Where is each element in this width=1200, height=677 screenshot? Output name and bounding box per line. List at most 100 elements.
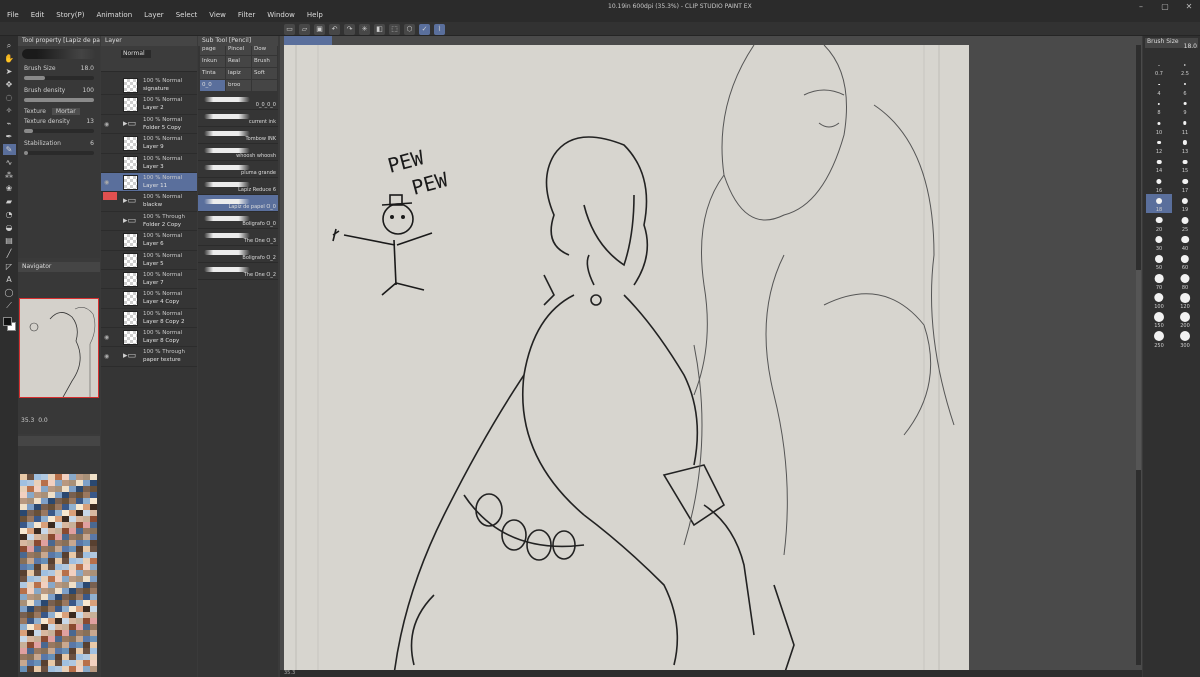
eye-icon[interactable]: ◉	[104, 334, 110, 341]
brush-item[interactable]: current ink	[198, 110, 278, 127]
sub-tool-group-tab[interactable]: lapiz	[226, 68, 251, 79]
navigator-preview[interactable]	[19, 298, 99, 398]
brush-size-option[interactable]: 10	[1146, 116, 1172, 136]
eye-off-icon[interactable]	[104, 82, 110, 87]
brush-size-option[interactable]: 20	[1146, 213, 1172, 233]
brush-item[interactable]: The One O_3	[198, 229, 278, 246]
layer-name[interactable]: Layer 7	[143, 280, 164, 286]
wand-icon[interactable]: ✧	[3, 105, 16, 116]
brush-size-option[interactable]: 11	[1172, 116, 1198, 136]
sub-tool-group-tab[interactable]	[252, 80, 277, 91]
brush-size-option[interactable]: 70	[1146, 271, 1172, 291]
brush-size-option[interactable]: 15	[1172, 155, 1198, 174]
canvas-paper[interactable]: PEW PEW	[284, 45, 969, 670]
scrollbar-thumb[interactable]	[1136, 270, 1141, 470]
menu-story-p-[interactable]: Story(P)	[50, 10, 90, 20]
move-icon[interactable]: ✥	[3, 79, 16, 90]
layer-name[interactable]: paper texture	[143, 357, 181, 363]
blend-icon[interactable]: ◔	[3, 209, 16, 220]
brush-size-option[interactable]: 250	[1146, 329, 1172, 349]
color-swatch[interactable]	[20, 666, 27, 672]
brush-size-option[interactable]: 19	[1172, 194, 1198, 213]
texture-density-value[interactable]: 13	[86, 118, 94, 125]
stabilization-slider[interactable]	[24, 151, 94, 155]
brush-size-value[interactable]: 18.0	[81, 65, 94, 72]
eye-off-icon[interactable]	[104, 160, 110, 165]
eye-icon[interactable]: ◉	[104, 121, 110, 128]
operation-icon[interactable]: ➤	[3, 66, 16, 77]
sub-tool-group-tab[interactable]: Soft	[252, 68, 277, 79]
layer-row[interactable]: 100 % Normal Layer 8 Copy 2	[101, 309, 197, 329]
sub-tool-group-tab[interactable]: broo	[226, 80, 251, 91]
stabilization-value[interactable]: 6	[90, 140, 94, 147]
sub-tool-group-tab[interactable]: page	[200, 44, 225, 55]
layer-row[interactable]: ◉ ▸▭ 100 % Through paper texture	[101, 347, 197, 367]
sub-tool-group-tab[interactable]: Inkun	[200, 56, 225, 67]
menu-view[interactable]: View	[203, 10, 232, 20]
layer-name[interactable]: Layer 8 Copy 2	[143, 319, 185, 325]
text-icon[interactable]: A	[3, 274, 16, 285]
fill-icon[interactable]: ◧	[374, 23, 385, 35]
color-swatch[interactable]	[69, 666, 76, 672]
layer-row[interactable]: ◉ 100 % Normal Layer 8 Copy	[101, 328, 197, 348]
layer-name[interactable]: Folder 2 Copy	[143, 222, 181, 228]
color-swatch[interactable]	[83, 666, 90, 672]
eye-off-icon[interactable]	[104, 257, 110, 262]
brush-item[interactable]: Tombow INK	[198, 127, 278, 144]
brush-size-option[interactable]: 17	[1172, 174, 1198, 194]
brush-size-option[interactable]: 40	[1172, 233, 1198, 252]
layer-name[interactable]: signature	[143, 86, 169, 92]
color-swatch[interactable]	[48, 666, 55, 672]
layer-name[interactable]: Layer 9	[143, 144, 164, 150]
brush-size-option[interactable]: 120	[1172, 291, 1198, 310]
eye-off-icon[interactable]	[104, 276, 110, 281]
layer-row[interactable]: 100 % Normal Layer 3	[101, 154, 197, 173]
color-swatch[interactable]	[41, 666, 48, 672]
redo-icon[interactable]: ↷	[344, 23, 355, 35]
layer-tab[interactable]: Layer	[101, 36, 197, 46]
layer-row[interactable]: ▸▭ 100 % Through Folder 2 Copy	[101, 212, 197, 232]
menu-filter[interactable]: Filter	[232, 10, 261, 20]
color-swatch-grid[interactable]	[20, 474, 98, 672]
zoom-icon[interactable]: ⌕	[3, 40, 16, 51]
brush-size-option[interactable]: 9	[1172, 97, 1198, 116]
pencil-icon[interactable]: ✎	[2, 144, 16, 155]
brush-size-option[interactable]: 300	[1172, 329, 1198, 349]
brush-density-slider[interactable]	[24, 98, 94, 102]
balloon-icon[interactable]: ◯	[3, 287, 16, 298]
color-swatch[interactable]	[55, 666, 62, 672]
layer-name[interactable]: Layer 6	[143, 241, 164, 247]
canvas-vertical-scrollbar[interactable]	[1136, 45, 1141, 665]
brush-size-option[interactable]: 80	[1172, 271, 1198, 291]
line-fix-icon[interactable]: ⟋	[3, 300, 16, 311]
menu-window[interactable]: Window	[261, 10, 301, 20]
sub-tool-group-tab[interactable]: Tinta	[200, 68, 225, 79]
frame-icon[interactable]: ◸	[3, 261, 16, 272]
brush-size-option[interactable]: 150	[1146, 310, 1172, 329]
layer-name[interactable]: Layer 5	[143, 261, 164, 267]
brush-size-option[interactable]: 100	[1146, 291, 1172, 310]
decoration-icon[interactable]: ❀	[3, 183, 16, 194]
undo-icon[interactable]: ↶	[329, 23, 340, 35]
layer-row[interactable]: ▸▭ 100 % Normal blackw	[101, 192, 197, 212]
tool-property-tab[interactable]: Tool property [Lapiz de papel]	[18, 36, 100, 46]
menu-file[interactable]: File	[0, 10, 25, 20]
navigator-zoom[interactable]: 35.3	[21, 417, 34, 424]
brush-size-option[interactable]: 50	[1146, 252, 1172, 271]
brush-size-option[interactable]: 6	[1172, 77, 1198, 97]
sub-tool-group-tab[interactable]: Dow	[252, 44, 277, 55]
brush-size-option[interactable]: 18	[1146, 193, 1172, 214]
layer-row[interactable]: ◉ ▸▭ 100 % Normal Folder 5 Copy	[101, 115, 197, 135]
brush-size-option[interactable]: 12	[1146, 136, 1172, 155]
layer-name[interactable]: Folder 5 Copy	[143, 125, 181, 131]
lasso-icon[interactable]: ◌	[3, 92, 16, 103]
eye-off-icon[interactable]	[104, 315, 110, 320]
brush-size-option[interactable]: 30	[1146, 233, 1172, 252]
layer-row[interactable]: 100 % Normal Layer 5	[101, 251, 197, 270]
layer-row[interactable]: 100 % Normal Layer 7	[101, 270, 197, 290]
brush-item[interactable]: 0_0_0_0	[198, 93, 278, 110]
texture-density-slider[interactable]	[24, 129, 94, 133]
texture-select[interactable]: Mortar	[51, 108, 80, 115]
layer-row[interactable]: 100 % Normal Layer 4 Copy	[101, 289, 197, 309]
color-set-tab[interactable]	[18, 436, 100, 446]
